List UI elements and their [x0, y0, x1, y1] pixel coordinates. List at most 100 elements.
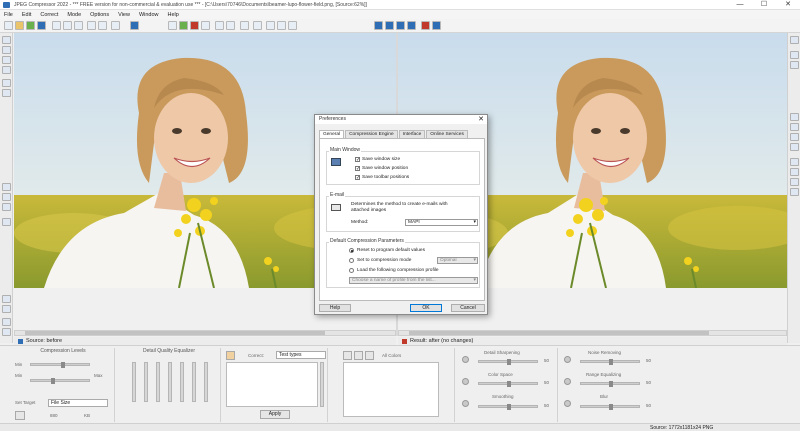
noise-slider[interactable] — [580, 359, 640, 365]
color-list[interactable] — [343, 362, 439, 417]
layer-icon[interactable] — [2, 56, 11, 64]
zoom-icon[interactable] — [2, 183, 11, 191]
wrench-icon[interactable] — [2, 46, 11, 54]
result-hscrollbar[interactable] — [398, 330, 787, 336]
zoom-in-icon[interactable] — [87, 21, 96, 30]
eq-band-4[interactable] — [168, 362, 172, 402]
eq-band-3[interactable] — [156, 362, 160, 402]
noise-dial[interactable] — [564, 356, 571, 363]
range-slider[interactable] — [580, 381, 640, 387]
color-tool-2-icon[interactable] — [354, 351, 363, 360]
wrench-button-icon[interactable] — [226, 351, 235, 360]
undo-icon[interactable] — [52, 21, 61, 30]
eq-band-2[interactable] — [144, 362, 148, 402]
picker-icon[interactable] — [2, 203, 11, 211]
reset-defaults-radio[interactable] — [349, 248, 354, 253]
tab-general[interactable]: General — [319, 130, 345, 138]
crop-icon[interactable] — [190, 21, 199, 30]
close-button[interactable]: ✕ — [776, 0, 800, 10]
equalizing-dial[interactable] — [462, 378, 469, 385]
layout-horizontal-icon[interactable] — [385, 21, 394, 30]
color-tool-1-icon[interactable] — [343, 351, 352, 360]
eq-band-5[interactable] — [180, 362, 184, 402]
options-icon[interactable] — [432, 21, 441, 30]
help-icon[interactable] — [130, 21, 139, 30]
blur-slider[interactable] — [580, 404, 640, 410]
pencil-icon[interactable] — [2, 318, 11, 326]
filter-icon[interactable] — [288, 21, 297, 30]
zoom-out-icon[interactable] — [98, 21, 107, 30]
view-split-icon[interactable] — [790, 188, 799, 196]
smoothing-dial[interactable] — [462, 400, 469, 407]
shape-icon[interactable] — [253, 21, 262, 30]
brush-icon[interactable] — [266, 21, 275, 30]
fit-icon[interactable] — [111, 21, 120, 30]
hand-icon[interactable] — [2, 193, 11, 201]
grid-icon[interactable] — [2, 66, 11, 74]
refresh-icon[interactable] — [790, 133, 799, 141]
menu-mode[interactable]: Mode — [67, 12, 81, 18]
help-button[interactable]: Help — [319, 304, 351, 312]
menu-edit[interactable]: Edit — [22, 12, 31, 18]
compression-slider-2[interactable] — [30, 378, 90, 384]
correction-list[interactable] — [226, 362, 318, 407]
menu-help[interactable]: Help — [168, 12, 179, 18]
tab-online-services[interactable]: Online Services — [426, 130, 468, 138]
view-full-icon[interactable] — [790, 178, 799, 186]
tab-interface[interactable]: Interface — [398, 130, 426, 138]
menu-window[interactable]: Window — [139, 12, 159, 18]
fill-icon[interactable] — [277, 21, 286, 30]
save-icon[interactable] — [37, 21, 46, 30]
compression-slider-1[interactable] — [30, 362, 90, 368]
print-icon[interactable] — [74, 21, 83, 30]
fit-page-icon[interactable] — [2, 295, 11, 303]
blur-dial[interactable] — [564, 400, 571, 407]
menu-correct[interactable]: Correct — [40, 12, 58, 18]
image-icon[interactable] — [179, 21, 188, 30]
copy-icon[interactable] — [2, 79, 11, 87]
actual-size-icon[interactable] — [2, 305, 11, 313]
histogram-icon[interactable] — [790, 113, 799, 121]
select-icon[interactable] — [2, 36, 11, 44]
new-icon[interactable] — [4, 21, 13, 30]
smoothing-slider[interactable] — [478, 404, 538, 410]
sharpen-dial[interactable] — [462, 356, 469, 363]
open-icon[interactable] — [15, 21, 24, 30]
method-select[interactable]: MAPI — [405, 219, 478, 226]
menu-file[interactable]: File — [4, 12, 13, 18]
range-dial[interactable] — [564, 378, 571, 385]
save-window-size-checkbox[interactable]: ✓ — [355, 157, 360, 163]
menu-view[interactable]: View — [118, 12, 130, 18]
lock-icon[interactable] — [2, 218, 11, 226]
layout-bottom-icon[interactable] — [407, 21, 416, 30]
paste-icon[interactable] — [2, 89, 11, 97]
eraser-icon[interactable] — [2, 328, 11, 336]
eq-band-1[interactable] — [132, 362, 136, 402]
cancel-button[interactable]: Cancel — [451, 304, 485, 312]
info-icon[interactable] — [790, 36, 799, 44]
palette-icon[interactable] — [790, 123, 799, 131]
minimize-button[interactable]: — — [728, 0, 752, 10]
resize-icon[interactable] — [215, 21, 224, 30]
load-profile-radio[interactable] — [349, 268, 354, 273]
apply-button[interactable]: Apply — [260, 410, 290, 419]
view-top-icon[interactable] — [790, 158, 799, 166]
compare-icon[interactable] — [168, 21, 177, 30]
save-toolbar-positions-checkbox[interactable]: ✓ — [355, 175, 360, 181]
color-space-slider[interactable] — [478, 381, 538, 387]
set-mode-radio[interactable] — [349, 258, 354, 263]
correction-scrollbar[interactable] — [320, 362, 324, 407]
detail-sharpening-slider[interactable] — [478, 359, 538, 365]
zoom-in-side-icon[interactable] — [790, 51, 799, 59]
target-select[interactable]: File Size — [48, 399, 108, 407]
mode-select[interactable]: Optimal — [437, 257, 478, 264]
zoom-out-side-icon[interactable] — [790, 61, 799, 69]
eq-band-7[interactable] — [204, 362, 208, 402]
menu-options[interactable]: Options — [90, 12, 109, 18]
ok-button[interactable]: OK — [410, 304, 442, 312]
globe-icon[interactable] — [790, 143, 799, 151]
save-window-position-checkbox[interactable]: ✓ — [355, 166, 360, 172]
reload-icon[interactable] — [26, 21, 35, 30]
profile-select[interactable]: Choose a name of profile from the list..… — [349, 277, 478, 284]
layout-vertical-icon[interactable] — [374, 21, 383, 30]
